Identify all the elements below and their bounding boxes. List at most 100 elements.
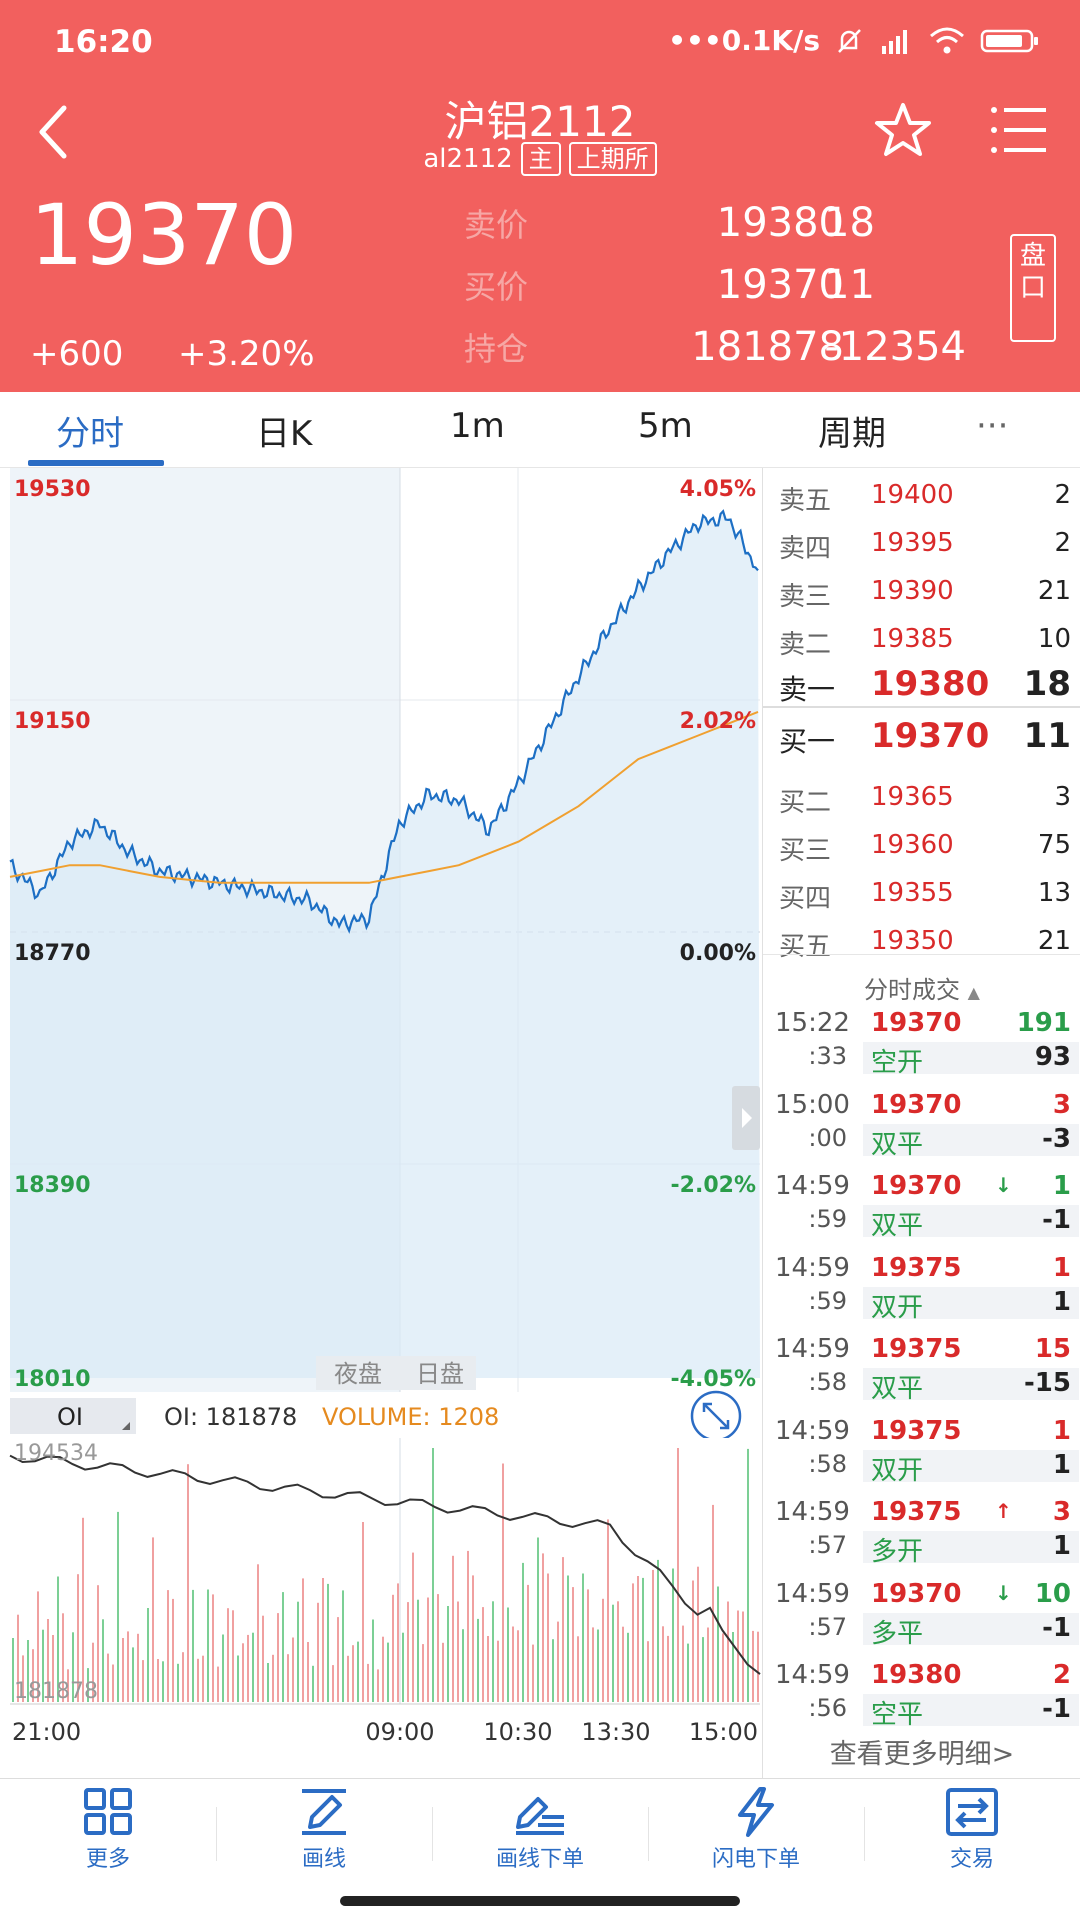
tab-period[interactable]: 周期 [818, 406, 886, 455]
ask-level-row[interactable]: 卖一 19380 18 [763, 664, 1080, 712]
volume-bar [367, 1663, 369, 1702]
x-tick-label: 21:00 [12, 1718, 81, 1746]
oi-label: 持仓 [464, 330, 529, 368]
volume-bar [537, 1537, 539, 1702]
tick-type: 空平 [871, 1700, 924, 1730]
tick-oi-change: -1 [1042, 1694, 1071, 1724]
bid-level-row[interactable]: 买一 19370 11 [763, 716, 1080, 764]
level-label: 买四 [779, 884, 832, 914]
tab-1m[interactable]: 1m [450, 406, 505, 446]
volume-bar [402, 1632, 404, 1702]
menu-icon[interactable] [990, 104, 1048, 156]
volume-bar [377, 1669, 379, 1702]
volume-bar [552, 1639, 554, 1702]
volume-bar [477, 1618, 479, 1702]
tick-seconds: :57 [808, 1612, 847, 1641]
volume-bar [587, 1589, 589, 1702]
tick-volume: 1 [1052, 1171, 1071, 1201]
volume-bar [607, 1519, 609, 1702]
tab-5m[interactable]: 5m [638, 406, 693, 446]
volume-bar [307, 1642, 309, 1702]
pankou-toggle[interactable]: 盘口 [1010, 234, 1056, 342]
volume-bar [442, 1642, 444, 1702]
volume-bar [142, 1660, 144, 1702]
tick-row: 14:59:58 19375 1 双开 1 [763, 1414, 1080, 1496]
volume-bar [272, 1654, 274, 1702]
volume-bar [112, 1664, 114, 1702]
volume-bar [352, 1645, 354, 1702]
y-label-right: 2.02% [680, 709, 756, 734]
bottom-toolbar: 更多 画线 画线下单 闪电下单 交易 [0, 1778, 1080, 1888]
signal-icon [882, 29, 907, 54]
level-price: 19400 [871, 480, 954, 510]
volume-bar [282, 1592, 284, 1702]
last-price: 19370 [30, 186, 298, 284]
tab-daily-k[interactable]: 日K [256, 406, 312, 455]
toolbar-flash-order-button[interactable]: 闪电下单 [648, 1787, 864, 1887]
volume-bar [127, 1631, 129, 1702]
volume-bar [422, 1644, 424, 1702]
tab-more[interactable]: ··· [976, 406, 1008, 446]
subchart-top-value: 194534 [14, 1441, 98, 1466]
bid-row: 买价 19370 11 [464, 262, 984, 318]
ask-level-row[interactable]: 卖三 19390 21 [763, 568, 1080, 616]
tab-timeshare[interactable]: 分时 [56, 406, 124, 455]
quote-header: 16:20 •••0.1K/s 沪铝2112 al2112 主 上期所 1937… [0, 0, 1080, 392]
bid-volume: 11 [824, 262, 875, 308]
volume-bar [292, 1637, 294, 1702]
tick-type: 双开 [871, 1292, 924, 1323]
bid-level-row[interactable]: 买二 19365 3 [763, 774, 1080, 822]
x-tick-label: 13:30 [581, 1718, 650, 1746]
bid-level-row[interactable]: 买五 19350 21 [763, 918, 1080, 966]
volume-bar [472, 1575, 474, 1702]
toolbar-more-button[interactable]: 更多 [0, 1787, 216, 1887]
status-icons: •••0.1K/s [668, 24, 1040, 57]
toolbar-trade-button[interactable]: 交易 [864, 1787, 1080, 1887]
volume-bar [302, 1578, 304, 1702]
level-price: 19390 [871, 576, 954, 606]
ticks-divider [763, 954, 1080, 955]
toolbar-draw-button[interactable]: 画线 [216, 1787, 432, 1887]
volume-bar [467, 1550, 469, 1702]
y-label-right: -4.05% [671, 1367, 756, 1392]
bid-level-row[interactable]: 买三 19360 75 [763, 822, 1080, 870]
bid-level-row[interactable]: 买四 19355 13 [763, 870, 1080, 918]
level-volume: 11 [1023, 716, 1071, 756]
level-label: 卖三 [779, 582, 832, 612]
tick-oi-change: 1 [1052, 1286, 1071, 1317]
volume-bar [437, 1594, 439, 1702]
level-price: 19370 [871, 716, 990, 756]
ask-level-row[interactable]: 卖四 19395 2 [763, 520, 1080, 568]
tick-row: 14:59:58 19375 15 双平 -15 [763, 1332, 1080, 1414]
caret-up-icon: ▲ [967, 983, 980, 1002]
bid-label: 买价 [464, 268, 529, 306]
price-change: +600 [30, 334, 124, 374]
exchange-tag: 上期所 [568, 142, 657, 176]
toolbar-label: 闪电下单 [711, 1847, 800, 1872]
home-indicator[interactable] [340, 1896, 740, 1906]
ticks-title[interactable]: 分时成交 ▲ [763, 970, 1080, 1005]
volume-bar [657, 1559, 659, 1702]
oi-change: -12354 [824, 324, 966, 370]
volume-bar [262, 1615, 264, 1702]
volume-bar [532, 1644, 534, 1702]
favorite-star-icon[interactable] [872, 100, 934, 162]
volume-bar [212, 1594, 214, 1702]
volume-bar [297, 1601, 299, 1702]
volume-bar [217, 1666, 219, 1702]
volume-bar [247, 1634, 249, 1702]
tick-volume: 191 [1016, 1008, 1071, 1038]
tick-direction-icon: ↑ [995, 1499, 1012, 1523]
ask-level-row[interactable]: 卖五 19400 2 [763, 472, 1080, 520]
toolbar-draw-order-button[interactable]: 画线下单 [432, 1787, 648, 1887]
volume-bar [557, 1621, 559, 1702]
volume-bar [152, 1537, 154, 1702]
ask-level-row[interactable]: 卖二 19385 10 [763, 616, 1080, 664]
volume-bar [597, 1629, 599, 1702]
tick-oi-change: 93 [1034, 1042, 1071, 1072]
more-details-link[interactable]: 查看更多明细> [763, 1732, 1080, 1771]
tick-time: 14:59 [775, 1171, 850, 1201]
level-label: 卖五 [779, 486, 832, 516]
level-volume: 2 [1054, 528, 1071, 558]
timeshare-chart[interactable]: 19530 19150 18770 18390 18010 4.05% 2.02… [0, 468, 762, 1778]
